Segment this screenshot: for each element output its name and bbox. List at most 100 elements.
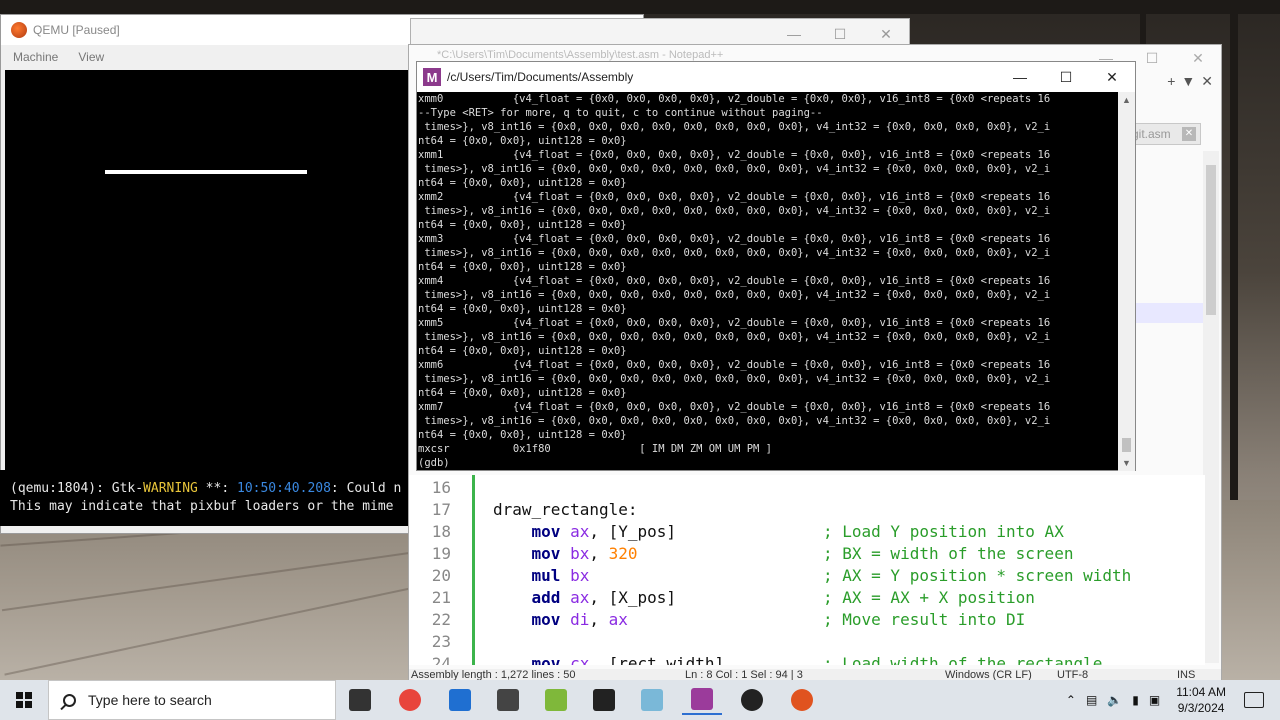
add-tab-icon[interactable]: +	[1167, 73, 1175, 90]
code-comment: ; Move result into DI	[823, 610, 1026, 629]
code-line[interactable]: 18 mov ax, [Y_pos] ; Load Y position into…	[409, 521, 1199, 543]
close-button[interactable]: ✕	[1089, 62, 1135, 92]
code-line[interactable]: 21 add ax, [X_pos] ; AX = AX + X position	[409, 587, 1199, 609]
scroll-down-icon[interactable]: ▼	[1122, 458, 1131, 468]
mintty-icon	[691, 688, 713, 710]
volume-icon[interactable]: 🔈	[1107, 693, 1122, 707]
taskbar-app-chrome[interactable]	[390, 685, 430, 715]
chevron-up-icon[interactable]: ⌃	[1066, 693, 1076, 707]
system-tray: ⌃ ▤ 🔈 ▮ ▣ 11:04 AM 9/3/2024	[1066, 680, 1280, 720]
code-line[interactable]: 24 mov cx, [rect_width] ; Load width of t…	[409, 653, 1199, 665]
mintty-icon: M	[423, 68, 441, 86]
tab-label: git.asm	[1132, 127, 1171, 141]
tab-list-icon[interactable]: ▼	[1181, 73, 1195, 90]
mail-icon	[449, 689, 471, 711]
clock[interactable]: 11:04 AM 9/3/2024	[1176, 684, 1226, 716]
console-line: (qemu:1804): Gtk-WARNING **: 10:50:40.20…	[10, 481, 402, 496]
menu-machine[interactable]: Machine	[13, 50, 58, 64]
code-token: , [rect_width]	[589, 654, 725, 665]
menu-view[interactable]: View	[78, 50, 104, 64]
notification-icon[interactable]	[1244, 692, 1264, 708]
terminal-line: times>}, v8_int16 = {0x0, 0x0, 0x0, 0x0,…	[418, 289, 1051, 301]
taskbar-app-viewer[interactable]	[488, 685, 528, 715]
terminal-icon	[593, 689, 615, 711]
terminal-line: xmm5 {v4_float = {0x0, 0x0, 0x0, 0x0}, v…	[418, 317, 1051, 329]
ceiling-beam	[0, 0, 1280, 14]
windows-logo-icon	[16, 692, 32, 708]
code-line[interactable]: 17 draw_rectangle:	[409, 499, 1199, 521]
code-line[interactable]: 20 mul bx ; AX = Y position * screen widt…	[409, 565, 1199, 587]
taskbar-search[interactable]: Type here to search	[48, 680, 336, 720]
gdb-scrollbar[interactable]: ▲ ▼	[1118, 92, 1135, 471]
code-token: mov	[493, 610, 571, 629]
taskbar-app-notepad[interactable]	[632, 685, 672, 715]
scroll-up-icon[interactable]: ▲	[1122, 95, 1131, 105]
taskbar-app-mintty[interactable]	[682, 685, 722, 715]
code-line[interactable]: 23	[409, 631, 1199, 653]
close-tab-icon[interactable]: ✕	[1201, 73, 1213, 90]
line-number: 22	[431, 610, 451, 629]
npp-scrollbar[interactable]	[1203, 151, 1219, 663]
terminal-line: nt64 = {0x0, 0x0}, uint128 = 0x0}	[418, 135, 627, 147]
display-icon[interactable]: ▣	[1149, 693, 1160, 707]
code-editor[interactable]: 16 17 draw_rectangle: 18 mov ax, [Y_pos]; L…	[409, 475, 1205, 665]
scrollbar-thumb[interactable]	[1122, 438, 1131, 452]
terminal-line: times>}, v8_int16 = {0x0, 0x0, 0x0, 0x0,…	[418, 331, 1051, 343]
terminal-line: --Type <RET> for more, q to quit, c to c…	[418, 107, 823, 119]
code-token: draw_rectangle:	[493, 500, 638, 519]
start-button[interactable]	[0, 680, 48, 720]
line-highlight	[1125, 303, 1203, 323]
taskbar-app-obs[interactable]	[732, 685, 772, 715]
qemu-console: (qemu:1804): Gtk-WARNING **: 10:50:40.20…	[0, 470, 412, 526]
terminal-line: nt64 = {0x0, 0x0}, uint128 = 0x0}	[418, 177, 627, 189]
console-line: This may indicate that pixbuf loaders or…	[10, 499, 394, 514]
taskbar-app-qemu[interactable]	[782, 685, 822, 715]
minimize-button[interactable]: —	[997, 62, 1043, 92]
line-number: 19	[431, 544, 451, 563]
taskbar-app-terminal[interactable]	[584, 685, 624, 715]
tab-close-icon[interactable]: ✕	[1182, 127, 1196, 141]
code-text: mul bx	[493, 565, 590, 587]
code-line[interactable]: 22 mov di, ax ; Move result into DI	[409, 609, 1199, 631]
taskbar-app-task-view[interactable]	[340, 685, 380, 715]
search-icon	[63, 693, 76, 707]
gdb-titlebar[interactable]: M /c/Users/Tim/Documents/Assembly — ☐ ✕	[417, 62, 1135, 92]
scrollbar-thumb[interactable]	[1206, 165, 1216, 315]
search-placeholder: Type here to search	[88, 692, 212, 708]
viewer-icon	[497, 689, 519, 711]
notepad-plus-plus-window-behind[interactable]: — ☐ ✕	[410, 18, 910, 46]
terminal-line: xmm0 {v4_float = {0x0, 0x0, 0x0, 0x0}, v…	[418, 93, 1051, 105]
gdb-terminal-window[interactable]: M /c/Users/Tim/Documents/Assembly — ☐ ✕ …	[416, 61, 1136, 471]
maximize-button[interactable]: ☐	[1043, 62, 1089, 92]
taskbar-app-mail[interactable]	[440, 685, 480, 715]
line-number: 17	[431, 500, 451, 519]
code-token: ,	[589, 610, 609, 629]
terminal-line: (gdb)	[418, 457, 450, 469]
code-comment: ; AX = Y position * screen width	[823, 566, 1132, 585]
qemu-display[interactable]	[5, 70, 409, 470]
code-text: mov bx, 320	[493, 543, 638, 565]
line-number: 23	[431, 632, 451, 651]
close-button[interactable]: ✕	[1175, 45, 1221, 71]
code-token: ax	[570, 588, 590, 607]
code-token: ax	[608, 610, 628, 629]
code-token: ax	[570, 522, 590, 541]
line-number: 24	[431, 654, 451, 665]
taskbar-app-notepad-plus-plus[interactable]	[536, 685, 576, 715]
wall-post	[1230, 0, 1238, 500]
microphone-icon[interactable]: ▮	[1132, 693, 1139, 707]
line-number: 21	[431, 588, 451, 607]
network-icon[interactable]: ▤	[1086, 693, 1097, 707]
code-token: di	[570, 610, 590, 629]
gdb-output[interactable]: xmm0 {v4_float = {0x0, 0x0, 0x0, 0x0}, v…	[417, 92, 1119, 472]
code-line[interactable]: 16	[409, 477, 1199, 499]
terminal-line: xmm1 {v4_float = {0x0, 0x0, 0x0, 0x0}, v…	[418, 149, 1051, 161]
terminal-line: nt64 = {0x0, 0x0}, uint128 = 0x0}	[418, 219, 627, 231]
terminal-line: times>}, v8_int16 = {0x0, 0x0, 0x0, 0x0,…	[418, 121, 1051, 133]
code-text: mov cx, [rect_width]	[493, 653, 725, 665]
npp-title: *C:\Users\Tim\Documents\Assembly\test.as…	[437, 49, 724, 61]
terminal-line: times>}, v8_int16 = {0x0, 0x0, 0x0, 0x0,…	[418, 247, 1051, 259]
notepad-icon	[641, 689, 663, 711]
code-text: mov ax, [Y_pos]	[493, 521, 677, 543]
code-line[interactable]: 19 mov bx, 320 ; BX = width of the screen	[409, 543, 1199, 565]
